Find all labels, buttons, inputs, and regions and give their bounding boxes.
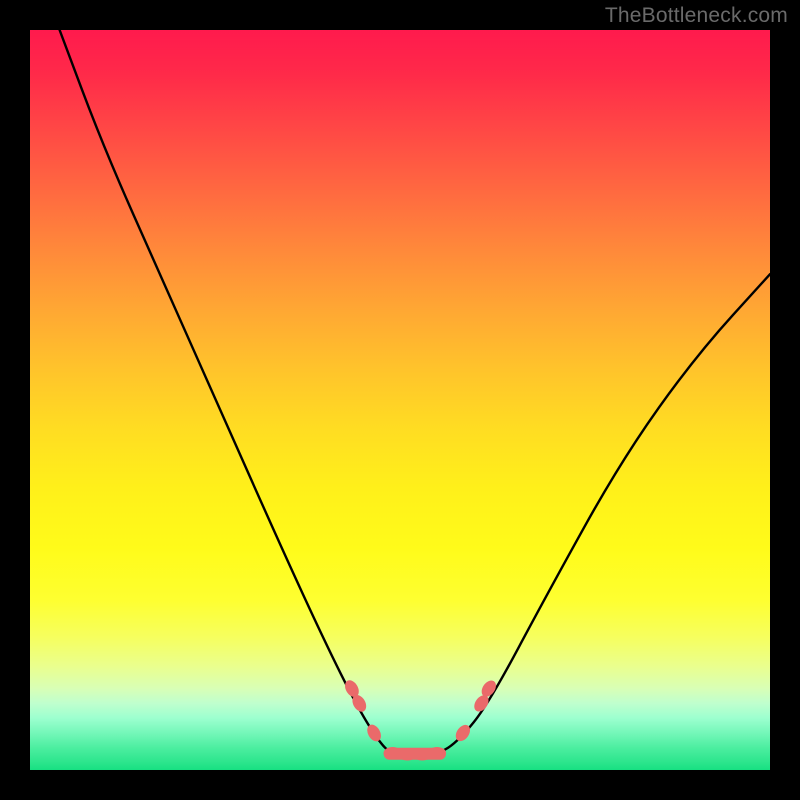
watermark-text: TheBottleneck.com xyxy=(605,4,788,28)
chart-svg xyxy=(30,30,770,770)
plot-area xyxy=(30,30,770,770)
marker-left-cluster-3 xyxy=(364,722,383,744)
curve-layer xyxy=(60,30,770,755)
bottleneck-curve xyxy=(60,30,770,755)
chart-frame: TheBottleneck.com xyxy=(0,0,800,800)
marker-flat-4 xyxy=(428,747,446,759)
